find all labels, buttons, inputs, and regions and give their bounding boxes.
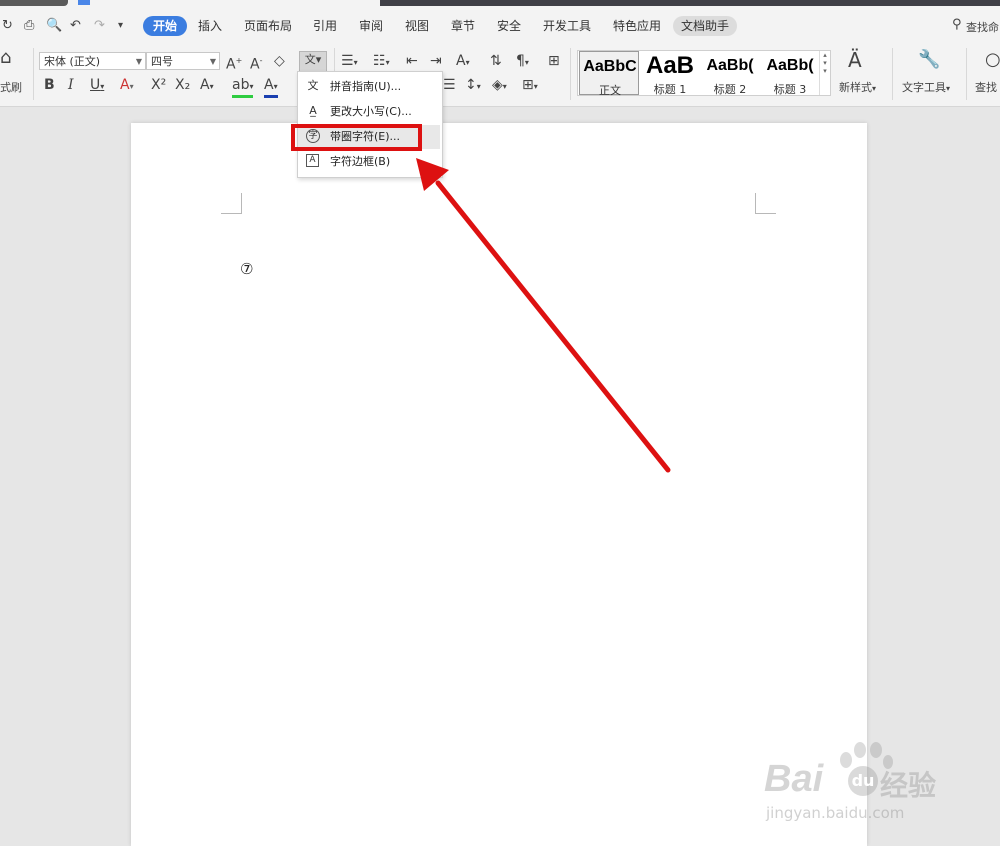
watermark-du: du	[848, 766, 878, 796]
watermark-brand-cn: 经验	[880, 769, 937, 802]
watermark-url: jingyan.baidu.com	[766, 804, 905, 822]
watermark-brand: Bai	[764, 758, 824, 800]
annotation-arrow	[416, 158, 671, 473]
arrow-shaft	[435, 180, 671, 473]
arrow-head	[416, 158, 449, 191]
watermark: Bai du 经验 jingyan.baidu.com	[740, 738, 980, 838]
